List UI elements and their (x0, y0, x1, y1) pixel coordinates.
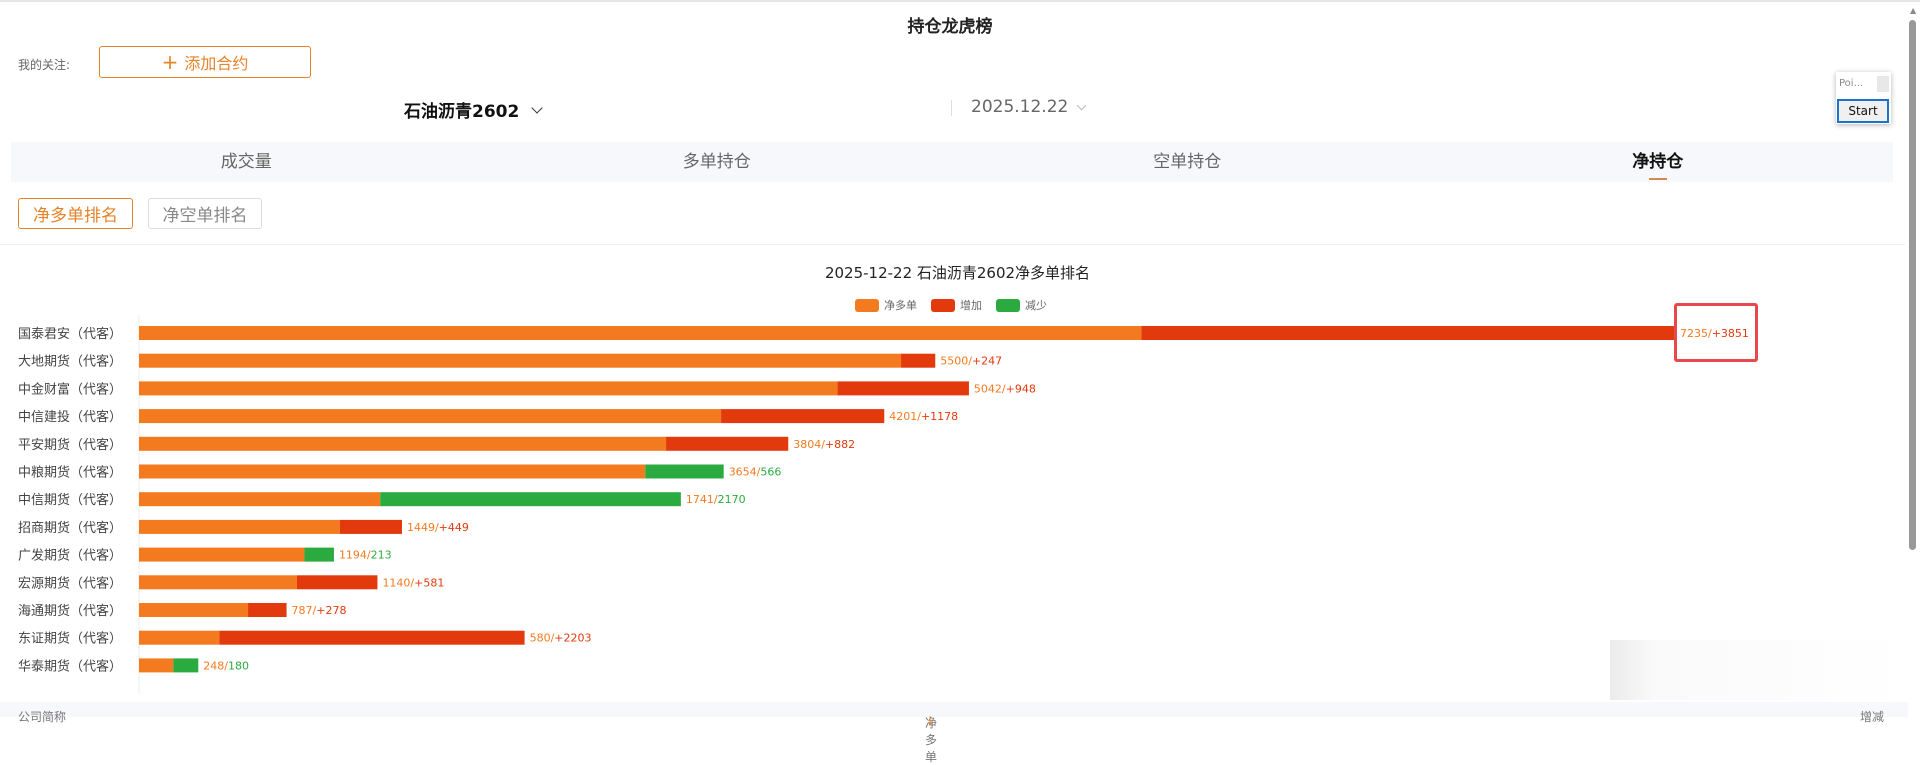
bar-net (139, 603, 249, 617)
sort-icon: ↓ (925, 714, 936, 728)
category-label: 招商期货（代客） (18, 520, 122, 536)
category-label: 大地期货（代客） (18, 354, 122, 370)
bar-increase (219, 630, 525, 645)
tab-short-positions[interactable]: 空单持仓 (952, 142, 1423, 182)
divider (0, 244, 1905, 245)
bar-decrease (173, 658, 199, 673)
bar-net (139, 353, 902, 368)
category-label: 中粮期货（代客） (18, 465, 122, 481)
category-label: 华泰期货（代客） (18, 658, 122, 674)
bar-decrease (380, 492, 681, 507)
data-label: 5500/+247 (940, 355, 1002, 368)
bar-increase (901, 353, 936, 368)
data-label: 1449/+449 (407, 521, 469, 534)
plus-icon: + (161, 50, 179, 74)
close-icon[interactable] (1877, 76, 1889, 92)
tab-bar: 成交量 多单持仓 空单持仓 净持仓 (11, 142, 1893, 182)
bar-net (139, 381, 838, 396)
data-label: 1140/+581 (382, 576, 444, 589)
bar-increase (837, 381, 969, 396)
data-label: 5042/+948 (974, 382, 1036, 395)
data-label: 3804/+882 (793, 438, 855, 451)
tab-long-positions[interactable]: 多单持仓 (482, 142, 953, 182)
table-header: 公司简称 净多单 ↓ 增减 (0, 702, 1908, 764)
bar-net (139, 492, 381, 507)
bar-net (139, 409, 722, 424)
bar-increase (339, 519, 402, 534)
bar-net (139, 464, 646, 479)
add-contract-button[interactable]: + 添加合约 (99, 46, 311, 78)
bar-net (139, 436, 667, 451)
scrollbar[interactable] (1909, 20, 1916, 550)
bar-net (139, 630, 220, 645)
bar-increase (296, 575, 378, 590)
bar-net (139, 519, 340, 534)
date-select[interactable]: 2025.12.22 (971, 97, 1087, 117)
category-label: 海通期货（代客） (18, 603, 122, 619)
net-long-ranking-button[interactable]: 净多单排名 (18, 198, 133, 229)
chart-legend: 净多单 增加 减少 (855, 297, 1047, 313)
top-border (0, 0, 1920, 2)
tab-volume[interactable]: 成交量 (11, 142, 482, 182)
bar-net (139, 326, 1142, 340)
data-label: 787/+278 (292, 604, 347, 617)
data-label: 248/180 (203, 659, 249, 672)
legend-label: 增加 (960, 299, 982, 312)
net-short-ranking-button[interactable]: 净空单排名 (148, 198, 262, 229)
data-label: 1741/2170 (686, 493, 746, 506)
category-label: 中信建投（代客） (18, 409, 122, 425)
data-label: 1194/213 (339, 549, 392, 562)
divider (951, 100, 952, 116)
popup-title: Poi... (1839, 78, 1864, 89)
legend-item-net[interactable]: 净多单 (855, 297, 917, 313)
highlight-box (1674, 303, 1758, 362)
bar-chart: 国泰君安（代客） 7235/+3851大地期货（代客） 5500/+247中金财富（… (18, 315, 1749, 694)
category-label: 中信期货（代客） (18, 492, 122, 508)
contract-select[interactable]: 石油沥青2602 (404, 97, 543, 122)
legend-label: 净多单 (884, 299, 917, 312)
chart-title: 2025-12-22 石油沥青2602净多单排名 (824, 264, 1091, 282)
legend-swatch (931, 298, 955, 312)
bar-increase (248, 603, 287, 617)
category-label: 国泰君安（代客） (18, 326, 122, 342)
category-label: 宏源期货（代客） (18, 575, 122, 591)
chevron-down-icon (531, 101, 543, 114)
legend-item-increase[interactable]: 增加 (931, 297, 982, 313)
bar-decrease (645, 464, 724, 479)
category-label: 中金财富（代客） (18, 381, 122, 397)
legend-label: 减少 (1025, 299, 1047, 312)
data-label: 580/+2203 (530, 632, 592, 645)
bar-increase (1141, 326, 1675, 340)
bar-net (139, 547, 305, 562)
contract-value: 石油沥青2602 (404, 102, 520, 122)
tab-net-positions[interactable]: 净持仓 (1423, 142, 1894, 182)
category-label: 广发期货（代客） (18, 548, 122, 564)
bar-decrease (304, 547, 334, 562)
legend-swatch (855, 298, 879, 312)
legend-item-decrease[interactable]: 减少 (996, 297, 1047, 313)
data-label: 4201/+1178 (889, 410, 958, 423)
bar-increase (721, 409, 885, 424)
point-popup: Poi... Start (1836, 72, 1891, 124)
add-contract-label: 添加合约 (184, 54, 249, 73)
scroll-up-arrow-icon[interactable]: ▲ (1910, 6, 1916, 15)
page-title: 持仓龙虎榜 (907, 17, 993, 37)
bar-net (139, 658, 174, 673)
bar-net (139, 575, 297, 590)
chevron-down-icon (1076, 100, 1087, 110)
category-label: 平安期货（代客） (18, 437, 122, 453)
date-value: 2025.12.22 (971, 97, 1069, 117)
category-label: 东证期货（代客） (18, 631, 122, 647)
start-button[interactable]: Start (1837, 99, 1889, 123)
follow-label: 我的关注: (18, 58, 71, 72)
legend-swatch (996, 298, 1020, 312)
data-label: 3654/566 (729, 466, 782, 479)
shadow-overlay (1610, 640, 1908, 700)
bar-increase (666, 436, 789, 451)
